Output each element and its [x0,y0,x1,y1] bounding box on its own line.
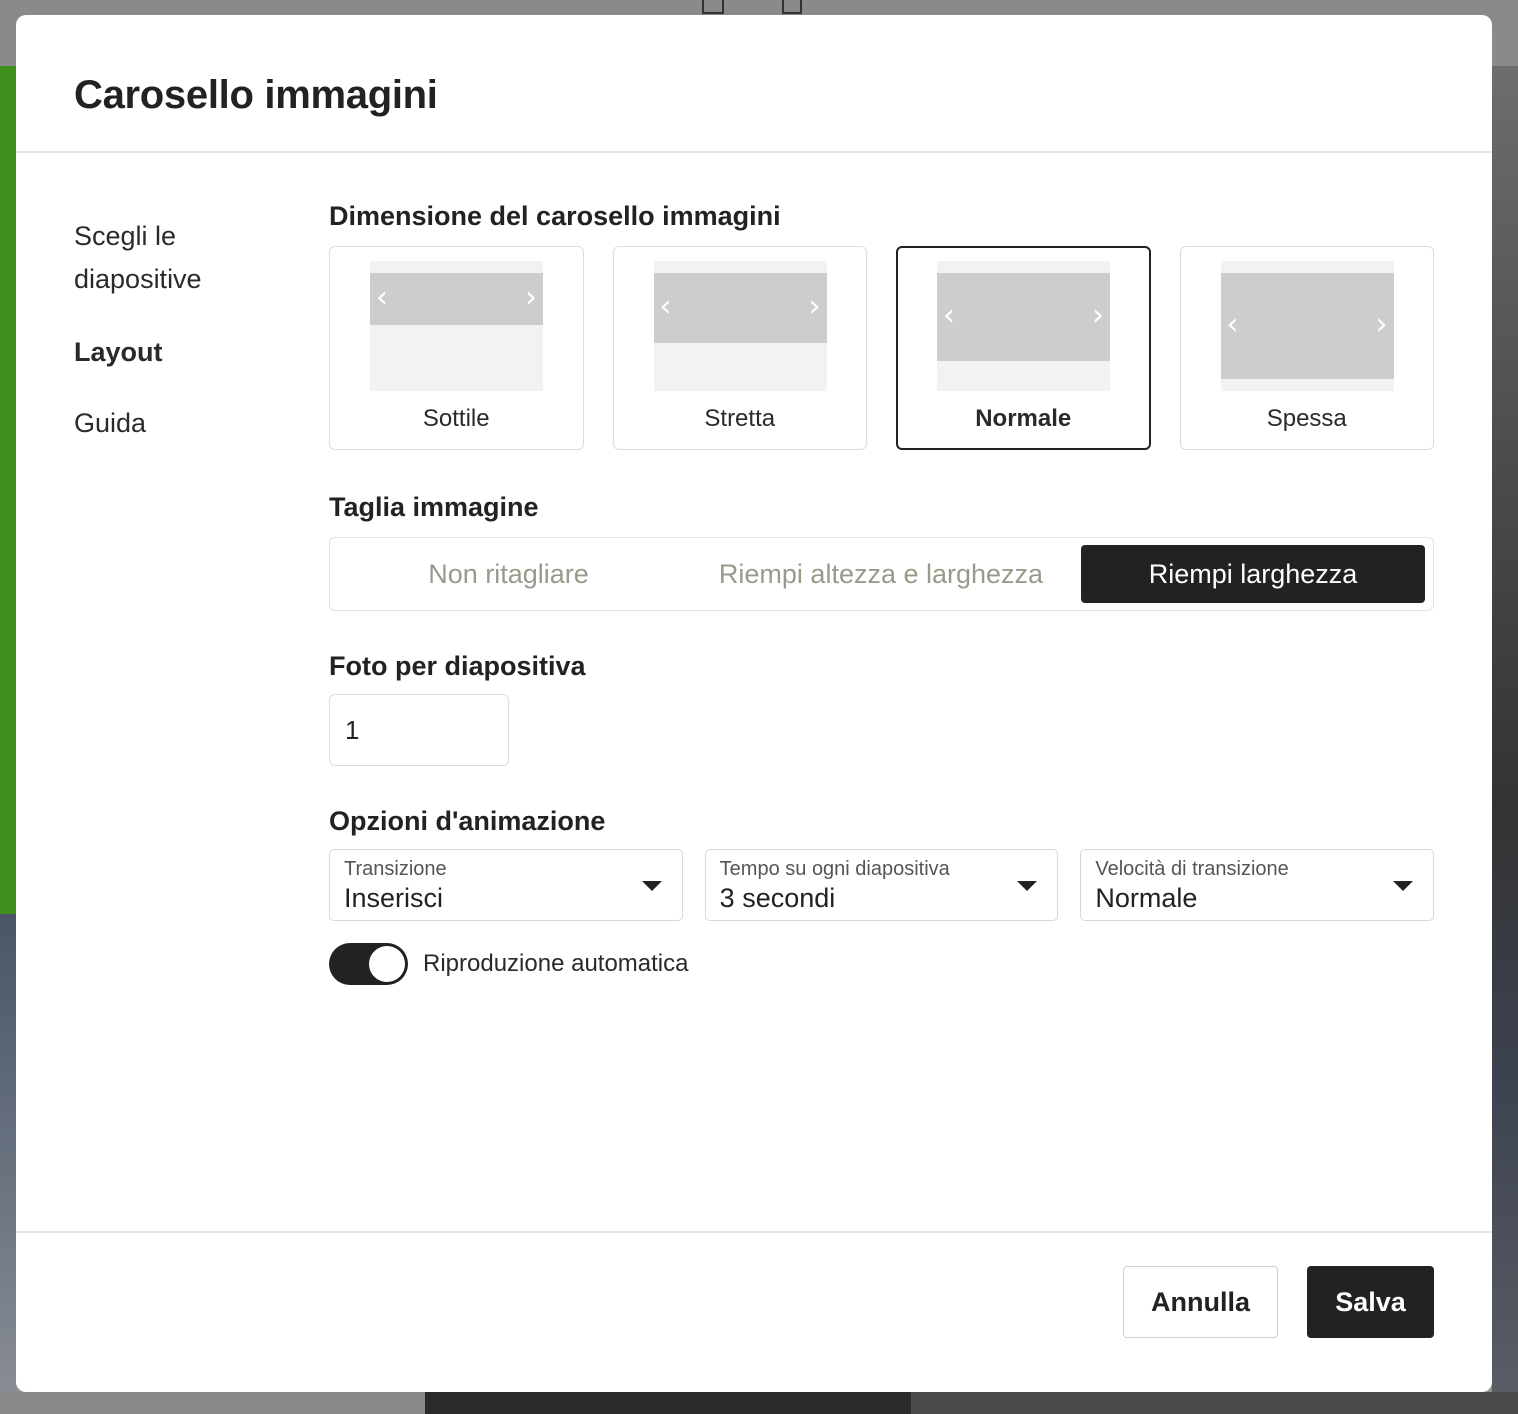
caret-down-icon [1393,881,1414,891]
select-label: Transizione [344,858,447,880]
device-mobile-icon [782,0,802,14]
crop-option-fill-both[interactable]: Riempi altezza e larghezza [681,545,1081,603]
autoplay-row: Riproduzione automatica [329,943,1434,985]
size-option-label: Spessa [1266,405,1347,432]
size-option-label: Sottile [422,405,490,432]
size-preview-narrow: ‹ › [653,261,827,391]
crop-option-no-crop[interactable]: Non ritagliare [336,545,681,603]
size-option-label: Normale [975,405,1072,432]
size-option-thick[interactable]: ‹ › Spessa [1179,246,1434,450]
size-option-label: Stretta [704,405,776,432]
photos-per-slide-input[interactable] [329,694,509,766]
select-value: Normale [1095,883,1198,913]
background-image [1492,66,1518,1414]
caret-down-icon [1017,881,1038,891]
size-option-narrow[interactable]: ‹ › Stretta [612,246,867,450]
sidebar-item-choose-slides[interactable]: Scegli le diapositive [74,215,244,301]
photos-per-slide-title: Foto per diapositiva [329,651,586,681]
transition-speed-select[interactable]: Velocità di transizione Normale [1080,849,1435,921]
chevron-right-icon: › [808,289,821,324]
crop-option-fill-width[interactable]: Riempi larghezza [1081,545,1425,603]
size-option-normal[interactable]: ‹ › Normale [896,246,1151,450]
carousel-size-options: ‹ › Sottile ‹ › Stretta ‹ › Normale ‹ › … [329,246,1434,450]
layout-panel: Dimensione del carosello immagini ‹ › So… [329,201,1435,985]
dialog-header: Carosello immagini [16,15,1492,153]
animation-options-title: Opzioni d'animazione [329,806,606,836]
size-preview-thin: ‹ › [370,261,543,391]
background-green-panel [0,66,16,914]
background-image-left [0,914,16,1414]
sidebar-item-layout[interactable]: Layout [74,331,274,374]
save-button[interactable]: Salva [1307,1266,1434,1338]
dialog-footer: Annulla Salva [16,1231,1492,1392]
image-crop-segmented-control: Non ritagliare Riempi altezza e larghezz… [329,537,1434,611]
autoplay-label: Riproduzione automatica [423,950,689,977]
select-value: Inserisci [344,883,444,913]
chevron-left-icon: ‹ [1226,307,1239,342]
sidebar-item-guide[interactable]: Guida [74,402,274,445]
toggle-knob [369,946,405,982]
dialog-title: Carosello immagini [74,73,438,117]
device-desktop-icon [702,0,724,14]
carousel-size-title: Dimensione del carosello immagini [329,201,781,231]
select-label: Tempo su ogni diapositiva [719,858,950,880]
chevron-right-icon: › [525,280,537,315]
chevron-right-icon: › [1092,298,1104,333]
size-preview-normal: ‹ › [937,261,1110,391]
caret-down-icon [641,881,662,891]
background-image-bottom [0,1392,1518,1414]
chevron-right-icon: › [1375,307,1388,342]
chevron-left-icon: ‹ [376,280,388,315]
size-preview-thick: ‹ › [1220,261,1394,391]
slide-duration-select[interactable]: Tempo su ogni diapositiva 3 secondi [704,849,1059,921]
dialog-sidebar: Scegli le diapositive Layout Guida [74,215,274,445]
select-value: 3 secondi [719,883,836,913]
chevron-left-icon: ‹ [659,289,672,324]
select-label: Velocità di transizione [1095,858,1289,880]
chevron-left-icon: ‹ [943,298,955,333]
carousel-dialog: Carosello immagini Scegli le diapositive… [16,15,1492,1392]
animation-selects: Transizione Inserisci Tempo su ogni diap… [329,849,1435,921]
autoplay-toggle[interactable] [329,943,408,985]
image-crop-title: Taglia immagine [329,492,539,522]
transition-select[interactable]: Transizione Inserisci [329,849,683,921]
cancel-button[interactable]: Annulla [1123,1266,1278,1338]
size-option-thin[interactable]: ‹ › Sottile [329,246,584,450]
